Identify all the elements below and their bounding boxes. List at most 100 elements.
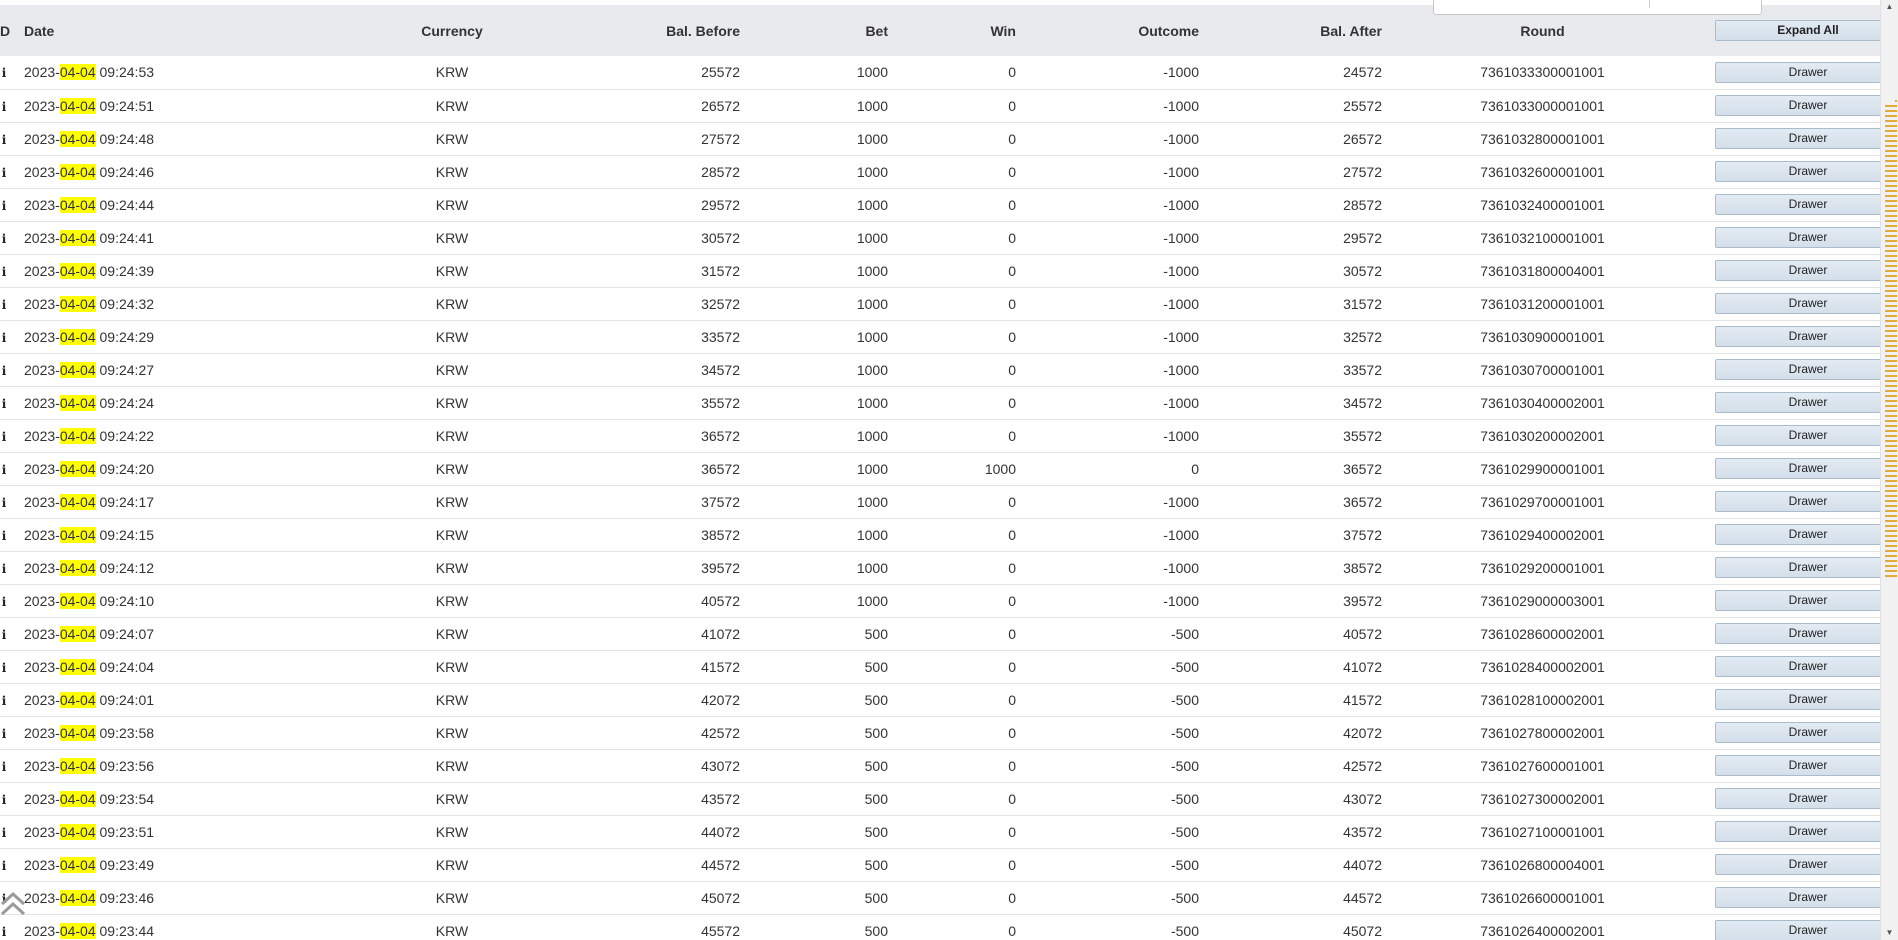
drawer-button[interactable]: Drawer xyxy=(1714,359,1898,380)
table-row[interactable]: i 2023-04-04 09:24:01 KRW 42072 500 0 -500 4157… xyxy=(0,683,1898,716)
col-header-bal-after[interactable]: Bal. After xyxy=(1203,5,1386,56)
info-icon[interactable]: i xyxy=(0,100,8,114)
table-row[interactable]: i 2023-04-04 09:24:22 KRW 36572 1000 0 -1000 35… xyxy=(0,419,1898,452)
info-icon[interactable]: i xyxy=(0,397,8,411)
info-icon[interactable]: i xyxy=(0,496,8,510)
info-icon[interactable]: i xyxy=(0,859,8,873)
table-row[interactable]: i 2023-04-04 09:24:41 KRW 30572 1000 0 -1000 29… xyxy=(0,221,1898,254)
table-row[interactable]: i 2023-04-04 09:24:53 KRW 25572 1000 0 -1000 24… xyxy=(0,56,1898,89)
info-icon[interactable]: i xyxy=(0,66,8,80)
drawer-button[interactable]: Drawer xyxy=(1714,854,1898,875)
drawer-button[interactable]: Drawer xyxy=(1714,260,1898,281)
cell-currency: KRW xyxy=(435,757,469,774)
col-header-outcome[interactable]: Outcome xyxy=(1020,5,1203,56)
cell-bal-after: 29572 xyxy=(1343,229,1382,246)
info-icon[interactable]: i xyxy=(0,331,8,345)
table-row[interactable]: i 2023-04-04 09:23:46 KRW 45072 500 0 -500 4457… xyxy=(0,881,1898,914)
drawer-button[interactable]: Drawer xyxy=(1714,557,1898,578)
col-header-id[interactable]: D xyxy=(0,5,16,56)
info-icon[interactable]: i xyxy=(0,925,8,939)
drawer-button[interactable]: Drawer xyxy=(1714,161,1898,182)
table-row[interactable]: i 2023-04-04 09:24:04 KRW 41572 500 0 -500 4107… xyxy=(0,650,1898,683)
info-icon[interactable]: i xyxy=(0,727,8,741)
drawer-button[interactable]: Drawer xyxy=(1714,194,1898,215)
table-row[interactable]: i 2023-04-04 09:23:54 KRW 43572 500 0 -500 4307… xyxy=(0,782,1898,815)
table-row[interactable]: i 2023-04-04 09:24:12 KRW 39572 1000 0 -1000 38… xyxy=(0,551,1898,584)
drawer-button[interactable]: Drawer xyxy=(1714,458,1898,479)
drawer-button[interactable]: Drawer xyxy=(1714,623,1898,644)
scroll-down-arrow-icon[interactable]: ▼ xyxy=(1881,926,1898,940)
drawer-button[interactable]: Drawer xyxy=(1714,755,1898,776)
table-row[interactable]: i 2023-04-04 09:24:32 KRW 32572 1000 0 -1000 31… xyxy=(0,287,1898,320)
drawer-button[interactable]: Drawer xyxy=(1714,326,1898,347)
info-icon[interactable]: i xyxy=(0,265,8,279)
drawer-button[interactable]: Drawer xyxy=(1714,524,1898,545)
info-icon[interactable]: i xyxy=(0,793,8,807)
info-icon[interactable]: i xyxy=(0,364,8,378)
table-row[interactable]: i 2023-04-04 09:24:46 KRW 28572 1000 0 -1000 27… xyxy=(0,155,1898,188)
drawer-button[interactable]: Drawer xyxy=(1714,821,1898,842)
table-row[interactable]: i 2023-04-04 09:23:58 KRW 42572 500 0 -500 4207… xyxy=(0,716,1898,749)
double-chevron-up-icon[interactable] xyxy=(0,888,28,920)
drawer-button[interactable]: Drawer xyxy=(1714,689,1898,710)
table-row[interactable]: i 2023-04-04 09:24:44 KRW 29572 1000 0 -1000 28… xyxy=(0,188,1898,221)
info-icon[interactable]: i xyxy=(0,694,8,708)
info-icon[interactable]: i xyxy=(0,760,8,774)
info-icon[interactable]: i xyxy=(0,595,8,609)
table-row[interactable]: i 2023-04-04 09:23:56 KRW 43072 500 0 -500 4257… xyxy=(0,749,1898,782)
cell-action: Drawer xyxy=(1699,518,1898,551)
col-header-date[interactable]: Date xyxy=(16,5,408,56)
table-row[interactable]: i 2023-04-04 09:24:27 KRW 34572 1000 0 -1000 33… xyxy=(0,353,1898,386)
drawer-button[interactable]: Drawer xyxy=(1714,491,1898,512)
table-row[interactable]: i 2023-04-04 09:24:29 KRW 33572 1000 0 -1000 32… xyxy=(0,320,1898,353)
drawer-button[interactable]: Drawer xyxy=(1714,887,1898,908)
info-icon[interactable]: i xyxy=(0,529,8,543)
info-icon[interactable]: i xyxy=(0,133,8,147)
table-row[interactable]: i 2023-04-04 09:24:24 KRW 35572 1000 0 -1000 34… xyxy=(0,386,1898,419)
vertical-scrollbar[interactable]: ▲ ▼ xyxy=(1880,0,1898,940)
info-icon[interactable]: i xyxy=(0,298,8,312)
drawer-button[interactable]: Drawer xyxy=(1714,788,1898,809)
table-row[interactable]: i 2023-04-04 09:23:51 KRW 44072 500 0 -500 4357… xyxy=(0,815,1898,848)
scroll-up-arrow-icon[interactable]: ▲ xyxy=(1881,0,1898,14)
drawer-button[interactable]: Drawer xyxy=(1714,590,1898,611)
info-icon[interactable]: i xyxy=(0,562,8,576)
cell-win: 0 xyxy=(1008,790,1016,807)
drawer-button[interactable]: Drawer xyxy=(1714,227,1898,248)
scrollbar-thumb[interactable] xyxy=(1883,15,1895,105)
drawer-button[interactable]: Drawer xyxy=(1714,425,1898,446)
table-row[interactable]: i 2023-04-04 09:24:10 KRW 40572 1000 0 -1000 39… xyxy=(0,584,1898,617)
info-icon[interactable]: i xyxy=(0,166,8,180)
expand-all-button[interactable]: Expand All xyxy=(1714,20,1898,41)
table-row[interactable]: i 2023-04-04 09:24:51 KRW 26572 1000 0 -1000 25… xyxy=(0,89,1898,122)
table-row[interactable]: i 2023-04-04 09:24:39 KRW 31572 1000 0 -1000 30… xyxy=(0,254,1898,287)
table-row[interactable]: i 2023-04-04 09:23:44 KRW 45572 500 0 -500 4507… xyxy=(0,914,1898,940)
info-icon[interactable]: i xyxy=(0,232,8,246)
drawer-button[interactable]: Drawer xyxy=(1714,656,1898,677)
info-icon[interactable]: i xyxy=(0,628,8,642)
drawer-button[interactable]: Drawer xyxy=(1714,61,1898,83)
drawer-button[interactable]: Drawer xyxy=(1714,392,1898,413)
table-row[interactable]: i 2023-04-04 09:24:48 KRW 27572 1000 0 -1000 26… xyxy=(0,122,1898,155)
drawer-button[interactable]: Drawer xyxy=(1714,95,1898,116)
drawer-button[interactable]: Drawer xyxy=(1714,722,1898,743)
info-icon[interactable]: i xyxy=(0,463,8,477)
col-header-bet[interactable]: Bet xyxy=(744,5,892,56)
col-header-currency[interactable]: Currency xyxy=(408,5,496,56)
info-icon[interactable]: i xyxy=(0,199,8,213)
info-icon[interactable]: i xyxy=(0,430,8,444)
drawer-button[interactable]: Drawer xyxy=(1714,920,1898,940)
drawer-button[interactable]: Drawer xyxy=(1714,293,1898,314)
cell-bal-before: 39572 xyxy=(701,559,740,576)
table-row[interactable]: i 2023-04-04 09:23:49 KRW 44572 500 0 -500 4407… xyxy=(0,848,1898,881)
table-row[interactable]: i 2023-04-04 09:24:17 KRW 37572 1000 0 -1000 36… xyxy=(0,485,1898,518)
col-header-bal-before[interactable]: Bal. Before xyxy=(496,5,744,56)
col-header-win[interactable]: Win xyxy=(892,5,1020,56)
info-icon[interactable]: i xyxy=(0,661,8,675)
info-icon[interactable]: i xyxy=(0,826,8,840)
table-row[interactable]: i 2023-04-04 09:24:07 KRW 41072 500 0 -500 4057… xyxy=(0,617,1898,650)
table-row[interactable]: i 2023-04-04 09:24:15 KRW 38572 1000 0 -1000 37… xyxy=(0,518,1898,551)
date-month-day-highlight: 04-04 xyxy=(59,229,96,246)
drawer-button[interactable]: Drawer xyxy=(1714,128,1898,149)
table-row[interactable]: i 2023-04-04 09:24:20 KRW 36572 1000 1000 0 365… xyxy=(0,452,1898,485)
